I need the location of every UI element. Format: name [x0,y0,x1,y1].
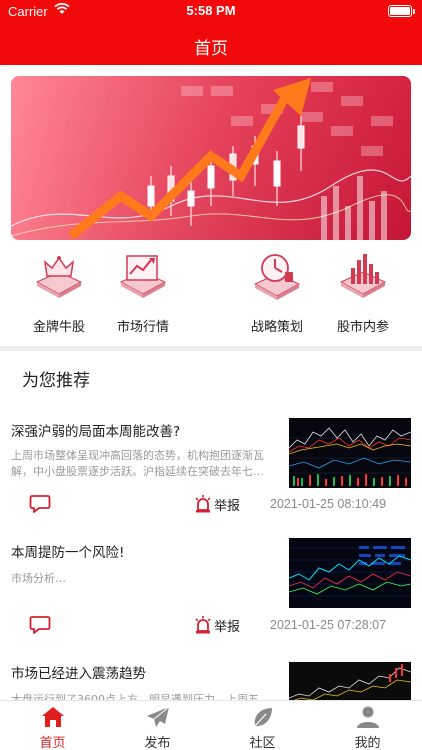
comment-icon[interactable] [29,494,51,514]
feed-item[interactable]: 市场已经进入震荡趋势 大盘运行到了3600点上方，明显遇到压力，上周五… [0,662,422,700]
article-thumbnail[interactable] [289,662,411,700]
category-gold-stocks[interactable]: 金牌牛股 [14,246,104,342]
leaf-icon [254,708,272,727]
market-chart-icon [119,255,167,298]
person-icon [357,706,379,728]
article-thumbnail[interactable] [289,418,411,488]
article-title[interactable]: 深强沪弱的局面本周能改善? [11,420,281,440]
tab-label: 首页 [39,736,66,750]
tab-bar: 首页 发布 社区 我的 [0,700,422,750]
article-summary: 市场分析… [11,572,66,585]
category-market[interactable]: 市场行情 [98,246,188,342]
strategy-clock-icon [253,254,301,300]
page-title: 首页 [194,39,228,59]
home-icon [42,707,64,727]
feed-item[interactable]: 深强沪弱的局面本周能改善? 上周市场整体呈现冲高回落的态势，机构抱团逐渐瓦解，中… [0,418,422,530]
article-title[interactable]: 市场已经进入震荡趋势 [11,662,281,682]
tab-label: 我的 [354,736,381,750]
tab-publish[interactable]: 发布 [105,701,210,750]
paper-plane-icon [147,706,170,727]
battery-icon [388,5,412,17]
section-divider [0,346,422,351]
section-title: 为您推荐 [22,371,90,391]
top-bar: Carrier 5:58 PM 首页 [0,0,422,65]
report-label: 举报 [214,499,241,514]
report-label: 举报 [214,620,241,635]
battery-tip [413,9,415,14]
article-date: 2021-01-25 07:28:07 [270,618,387,632]
category-strategy[interactable]: 战略策划 [232,246,322,342]
article-summary: 上周市场整体呈现冲高回落的态势，机构抱团逐渐瓦解，中小盘股票逐步活跃。沪指延续在… [11,449,264,478]
tab-label: 发布 [144,736,171,750]
category-insider[interactable]: 股市内参 [318,246,408,342]
category-label: 金牌牛股 [32,320,85,335]
crown-chart-icon [35,256,83,298]
tab-community[interactable]: 社区 [210,701,315,750]
feed-item[interactable]: 本周提防一个风险! 市场分析… 举报 2021-01-25 07:28:07 [0,538,422,651]
tab-profile[interactable]: 我的 [315,701,420,750]
bar-chart-icon [339,254,387,298]
category-row: 金牌牛股 市场行情 战略策划 股市内参 [0,246,422,346]
article-date: 2021-01-25 08:10:49 [270,497,387,511]
tab-label: 社区 [249,736,276,750]
category-label: 股市内参 [336,320,389,335]
alarm-icon [195,616,211,634]
status-bar: Carrier 5:58 PM [0,0,422,22]
banner-chart-graphic [11,76,411,240]
article-summary: 大盘运行到了3600点上方，明显遇到压力，上周五… [11,693,270,700]
tab-home[interactable]: 首页 [0,701,105,750]
article-title[interactable]: 本周提防一个风险! [11,541,281,561]
alarm-icon [195,495,211,513]
banner-image[interactable] [11,76,411,240]
category-label: 市场行情 [116,320,169,335]
category-label: 战略策划 [250,320,303,335]
clock: 5:58 PM [186,3,236,18]
comment-icon[interactable] [29,615,51,635]
article-thumbnail[interactable] [289,538,411,608]
